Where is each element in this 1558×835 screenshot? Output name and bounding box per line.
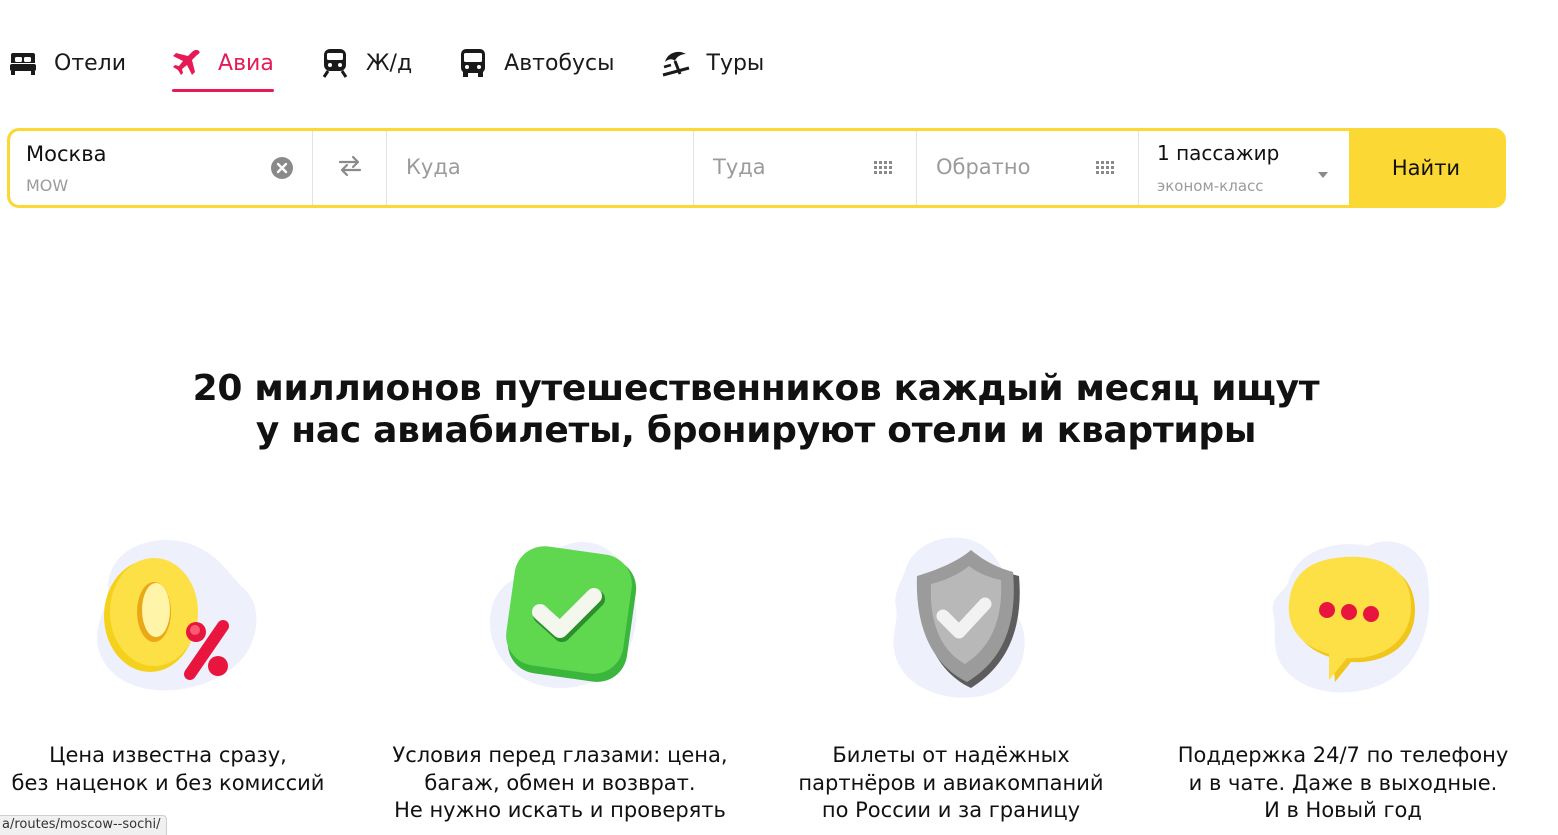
feature-line: И в Новый год bbox=[1264, 798, 1422, 822]
tab-hotels[interactable]: Отели bbox=[8, 40, 126, 86]
passengers-count: 1 пассажир bbox=[1157, 141, 1280, 165]
bus-icon bbox=[458, 48, 488, 78]
feature-text: Поддержка 24/7 по телефону и в чате. Даж… bbox=[1163, 742, 1523, 825]
feature-line: багаж, обмен и возврат. bbox=[424, 770, 696, 795]
feature-line: Не нужно искать и проверять bbox=[394, 798, 726, 822]
find-button[interactable]: Найти bbox=[1349, 131, 1503, 205]
feature-line: Цена известна сразу, bbox=[49, 743, 287, 767]
swap-arrows-icon bbox=[338, 155, 362, 181]
headline-line: 20 миллионов путешественников каждый мес… bbox=[192, 368, 1320, 409]
from-airport-code: MOW bbox=[26, 176, 69, 195]
from-field[interactable]: Москва MOW bbox=[10, 131, 313, 205]
clear-icon[interactable] bbox=[270, 156, 294, 180]
tab-label: Ж/д bbox=[365, 50, 413, 76]
tab-label: Отели bbox=[54, 50, 127, 76]
zero-percent-icon bbox=[68, 528, 268, 708]
page-headline: 20 миллионов путешественников каждый мес… bbox=[0, 368, 1512, 452]
feature-text: Условия перед глазами: цена, багаж, обме… bbox=[380, 742, 740, 825]
from-city: Москва bbox=[26, 142, 107, 166]
feature-text: Билеты от надёжных партнёров и авиакомпа… bbox=[771, 742, 1131, 825]
tab-bus[interactable]: Автобусы bbox=[458, 40, 615, 86]
depart-date-placeholder: Туда bbox=[713, 155, 766, 179]
tab-label: Автобусы bbox=[504, 50, 615, 76]
depart-date-field[interactable]: Туда bbox=[694, 131, 917, 205]
beach-umbrella-icon bbox=[661, 48, 691, 78]
passengers-select[interactable]: 1 пассажир эконом-класс bbox=[1139, 131, 1349, 205]
chevron-down-icon bbox=[1317, 164, 1329, 178]
to-placeholder: Куда bbox=[406, 155, 461, 179]
service-tabs: Отели Авиа Ж/д Автобусы Туры bbox=[8, 40, 810, 96]
feature-card-partners: Билеты от надёжных партнёров и авиакомпа… bbox=[771, 528, 1131, 825]
tab-avia[interactable]: Авиа bbox=[172, 40, 274, 92]
checkmark-icon bbox=[460, 528, 660, 708]
feature-line: и в чате. Даже в выходные. bbox=[1188, 770, 1498, 795]
feature-line: Поддержка 24/7 по телефону bbox=[1177, 743, 1509, 767]
feature-text: Цена известна сразу, без наценок и без к… bbox=[0, 742, 348, 797]
flight-search-form: Москва MOW Куда Туда Обратно 1 пассажир … bbox=[7, 128, 1506, 208]
feature-card-support: Поддержка 24/7 по телефону и в чате. Даж… bbox=[1163, 528, 1523, 825]
link-preview-url: a/routes/moscow--sochi/ bbox=[0, 815, 168, 835]
tab-label: Туры bbox=[706, 50, 765, 76]
bed-icon bbox=[8, 48, 38, 78]
feature-line: Билеты от надёжных bbox=[832, 743, 1070, 767]
feature-line: без наценок и без комиссий bbox=[11, 770, 325, 795]
return-date-placeholder: Обратно bbox=[936, 155, 1031, 179]
cabin-class: эконом-класс bbox=[1157, 177, 1264, 195]
feature-line: партнёров и авиакомпаний bbox=[798, 770, 1104, 795]
feature-line: Условия перед глазами: цена, bbox=[392, 743, 728, 767]
calendar-icon bbox=[874, 160, 892, 174]
feature-line: по России и за границу bbox=[821, 798, 1081, 822]
plane-icon bbox=[172, 48, 202, 78]
headline-line: у нас авиабилеты, бронируют отели и квар… bbox=[255, 410, 1257, 451]
shield-icon bbox=[851, 528, 1051, 708]
to-field[interactable]: Куда bbox=[387, 131, 694, 205]
calendar-icon bbox=[1096, 160, 1114, 174]
train-icon bbox=[320, 48, 350, 78]
feature-card-conditions: Условия перед глазами: цена, багаж, обме… bbox=[380, 528, 740, 825]
tab-label: Авиа bbox=[218, 50, 274, 76]
tab-tours[interactable]: Туры bbox=[661, 40, 765, 86]
return-date-field[interactable]: Обратно bbox=[917, 131, 1139, 205]
feature-card-price: Цена известна сразу, без наценок и без к… bbox=[0, 528, 348, 797]
swap-button[interactable] bbox=[313, 131, 387, 205]
tab-train[interactable]: Ж/д bbox=[320, 40, 412, 86]
chat-bubble-icon bbox=[1243, 528, 1443, 708]
